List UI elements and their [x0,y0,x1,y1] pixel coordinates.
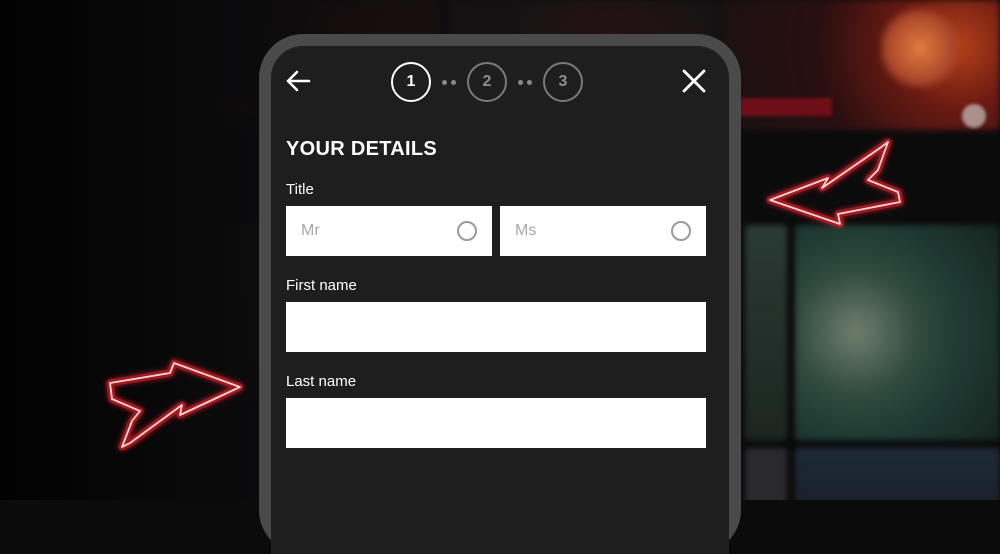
bg-game-tile [745,448,787,500]
radio-circle-icon [671,221,691,241]
step-number: 3 [558,73,568,90]
step-separator [431,79,467,85]
step-3: 3 [543,62,583,102]
bg-red-button [740,98,832,116]
phone-frame: 1 2 3 YOUR DETAILS Title Mr Ms First nam… [259,34,741,554]
neon-arrow-right-icon [106,359,244,451]
back-button[interactable] [283,66,313,96]
bg-game-tile [745,225,787,440]
radio-circle-icon [457,221,477,241]
last-name-label: Last name [286,373,357,390]
bg-roulette-graphic [880,8,960,88]
step-separator [507,79,543,85]
title-option-label: Ms [515,222,537,239]
wizard-header: 1 2 3 [271,46,729,116]
step-1: 1 [391,62,431,102]
title-option-mr[interactable]: Mr [286,206,492,256]
title-option-ms[interactable]: Ms [500,206,706,256]
registration-screen: 1 2 3 YOUR DETAILS Title Mr Ms First nam… [271,46,729,554]
neon-arrow-left-icon [766,138,904,228]
bg-game-tile [795,448,1000,500]
bg-football-tile [795,225,1000,440]
title-option-label: Mr [301,222,320,239]
last-name-input[interactable] [286,398,706,448]
arrow-left-icon [286,70,311,92]
bg-circle [962,104,986,128]
step-2: 2 [467,62,507,102]
step-number: 2 [482,73,492,90]
step-number: 1 [406,73,416,90]
first-name-input[interactable] [286,302,706,352]
close-button[interactable] [679,66,709,96]
step-indicator: 1 2 3 [391,60,583,104]
page-title: YOUR DETAILS [286,138,438,160]
title-label: Title [286,181,314,198]
close-icon [682,69,706,93]
first-name-label: First name [286,277,357,294]
